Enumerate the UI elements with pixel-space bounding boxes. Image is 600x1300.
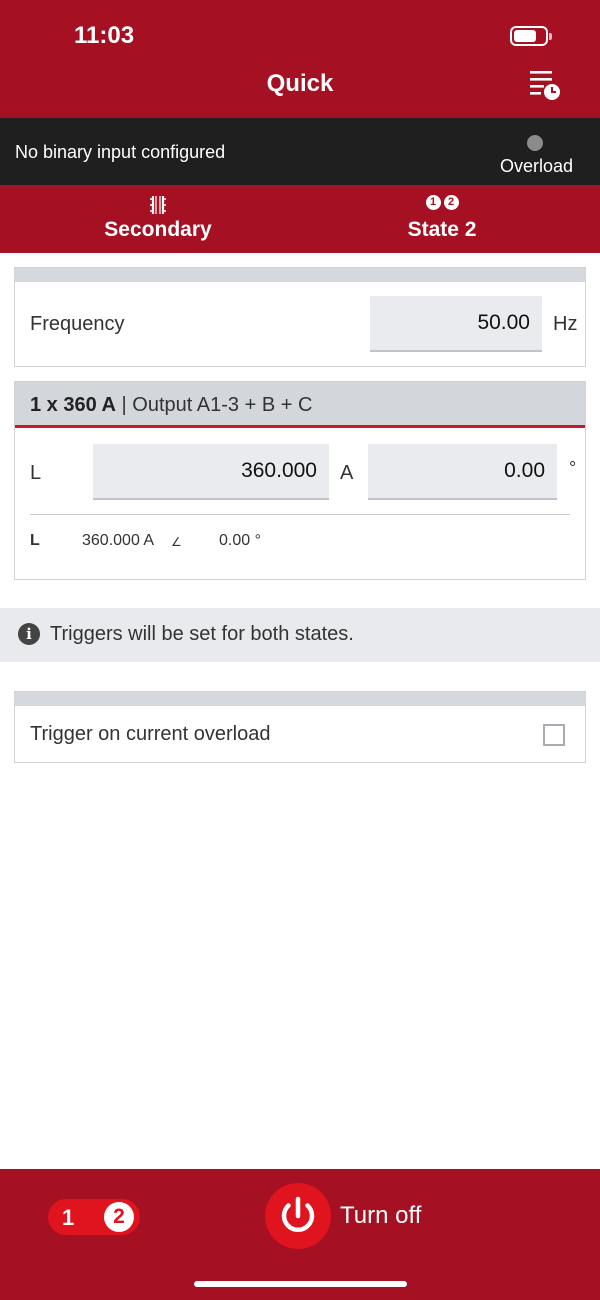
binary-input-message: No binary input configured: [15, 142, 226, 162]
tab-bar: Secondary 1 2 State 2: [0, 185, 600, 253]
state-badges-icon: 1 2: [324, 195, 560, 215]
tab-state-2[interactable]: 1 2 State 2: [324, 185, 560, 253]
angle-unit: °: [569, 458, 577, 478]
output-card: 1 x 360 A | Output A1-3 + B + C L 360.00…: [14, 381, 586, 580]
frequency-input[interactable]: 50.00: [370, 296, 542, 352]
angle-symbol-icon: ∠: [171, 535, 182, 549]
magnitude-input[interactable]: 360.000: [93, 444, 329, 500]
power-button[interactable]: [265, 1183, 331, 1249]
state-toggle[interactable]: 1 2: [48, 1199, 140, 1235]
frequency-unit: Hz: [553, 313, 578, 335]
page-title: Quick: [266, 70, 334, 97]
turn-off-label[interactable]: Turn off: [340, 1202, 421, 1230]
frequency-card: Frequency 50.00 Hz: [14, 267, 586, 367]
state-badge-1: 1: [425, 195, 441, 210]
magnitude-unit: A: [340, 462, 354, 484]
summary-magnitude: 360.000 A: [82, 532, 155, 549]
state-1-label: 1: [62, 1205, 75, 1230]
overload-indicator-icon: [527, 135, 543, 151]
trigger-label: Trigger on current overload: [30, 723, 271, 745]
card-header-strip: [15, 268, 585, 282]
trigger-card: Trigger on current overload: [14, 691, 586, 763]
card-header-strip: [15, 692, 585, 706]
top-bar: 11:03 Quick: [0, 0, 600, 118]
info-icon: i: [18, 623, 40, 645]
home-indicator[interactable]: [194, 1281, 407, 1287]
state-2-badge: 2: [104, 1202, 134, 1232]
summary-phase: L: [30, 532, 40, 549]
battery-icon: [510, 26, 552, 46]
list-clock-icon[interactable]: [528, 68, 562, 102]
tab-state-2-label: State 2: [407, 218, 477, 241]
state-badge-2: 2: [443, 195, 459, 210]
tab-secondary[interactable]: Secondary: [40, 185, 276, 253]
summary-angle: 0.00 °: [219, 532, 261, 549]
output-header: 1 x 360 A | Output A1-3 + B + C: [15, 382, 585, 428]
output-divider: [30, 514, 570, 515]
output-rating: 1 x 360 A: [30, 394, 116, 416]
frequency-label: Frequency: [30, 313, 125, 335]
angle-input[interactable]: 0.00: [368, 444, 557, 500]
output-description: | Output A1-3 + B + C: [116, 394, 313, 416]
status-time: 11:03: [74, 22, 135, 49]
phase-label: L: [30, 462, 42, 484]
binary-input-bar: No binary input configured Overload: [0, 118, 600, 185]
triggers-info-banner: i Triggers will be set for both states.: [0, 608, 600, 662]
power-icon: [281, 1196, 315, 1233]
overload-label: Overload: [500, 156, 574, 176]
transformer-icon: [150, 196, 166, 214]
triggers-info-text: Triggers will be set for both states.: [50, 623, 354, 645]
trigger-overload-checkbox[interactable]: [543, 724, 565, 746]
tab-secondary-label: Secondary: [104, 218, 212, 241]
